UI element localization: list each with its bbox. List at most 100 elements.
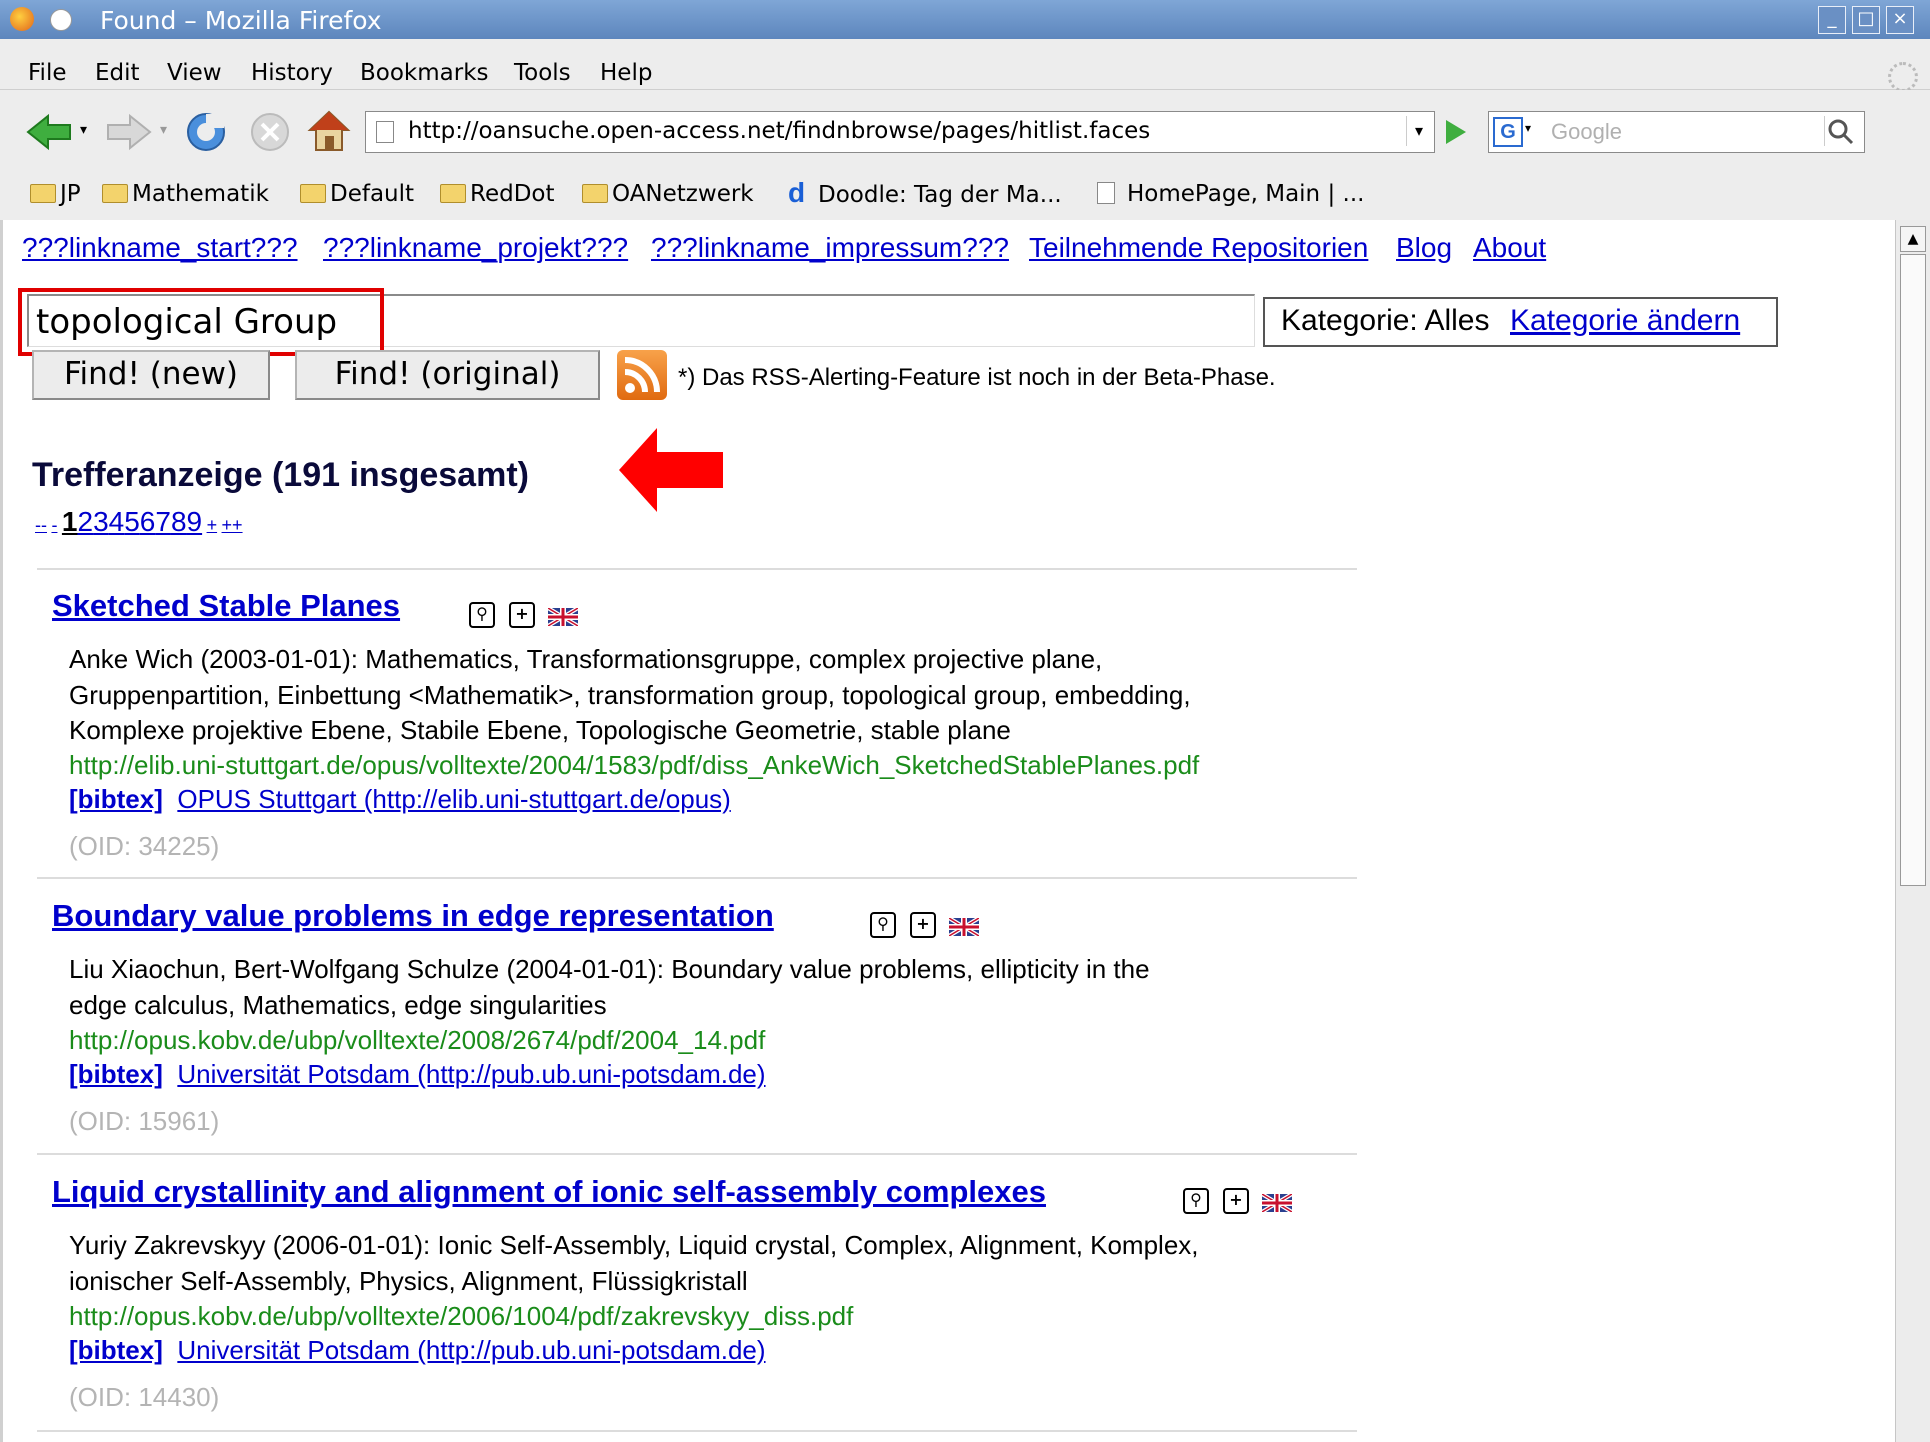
page-link[interactable]: 9 [187, 506, 203, 537]
bookmark-doodle[interactable]: d Doodle: Tag der Ma... [788, 177, 1062, 209]
link-repositorien[interactable]: Teilnehmende Repositorien [1029, 232, 1368, 264]
menu-file[interactable]: File [28, 60, 67, 86]
search-go-icon[interactable] [1824, 116, 1855, 146]
scroll-thumb[interactable] [1900, 254, 1926, 886]
stop-icon[interactable] [248, 110, 292, 154]
menu-edit[interactable]: Edit [95, 60, 140, 86]
page-link[interactable]: 7 [155, 506, 171, 537]
page-first-link[interactable]: -- [35, 515, 47, 535]
reload-icon[interactable] [184, 110, 228, 154]
doodle-icon: d [788, 177, 806, 208]
link-blog[interactable]: Blog [1396, 232, 1452, 264]
maximize-button[interactable]: □ [1852, 6, 1880, 34]
find-new-button[interactable]: Find! (new) [32, 350, 270, 400]
bibtex-link[interactable]: [bibtex] [69, 784, 163, 814]
menu-bookmarks[interactable]: Bookmarks [360, 60, 489, 86]
page-link[interactable]: 5 [124, 506, 140, 537]
bookmark-jp[interactable]: JP [30, 181, 81, 207]
result-title-link[interactable]: Boundary value problems in edge represen… [52, 898, 774, 934]
page-link[interactable]: 6 [140, 506, 156, 537]
divider [37, 1153, 1357, 1155]
page-link[interactable]: 3 [93, 506, 109, 537]
page-prev-link[interactable]: - [51, 515, 57, 535]
category-change-link[interactable]: Kategorie ändern [1510, 304, 1740, 338]
search-box[interactable]: G ▾ Google [1488, 111, 1865, 153]
engine-dropdown-icon[interactable]: ▾ [1525, 121, 1531, 135]
bookmark-mathematik[interactable]: Mathematik [102, 181, 269, 207]
window-menu-icon[interactable] [50, 9, 72, 31]
link-about[interactable]: About [1473, 232, 1546, 264]
scrollbar[interactable]: ▲ [1895, 220, 1930, 1442]
scroll-up-icon[interactable]: ▲ [1900, 226, 1926, 252]
link-projekt[interactable]: ???linkname_projekt??? [323, 232, 628, 264]
divider [37, 1430, 1357, 1432]
result-meta-line: Gruppenpartition, Einbettung <Mathematik… [69, 680, 1191, 710]
repository-link[interactable]: Universität Potsdam (http://pub.ub.uni-p… [177, 1335, 765, 1365]
result-meta-line: Komplexe projektive Ebene, Stabile Ebene… [69, 715, 1011, 745]
menu-view[interactable]: View [167, 60, 222, 86]
divider [37, 568, 1357, 570]
back-arrow-icon[interactable] [24, 112, 74, 152]
url-text[interactable]: http://oansuche.open-access.net/findnbro… [408, 118, 1150, 144]
bookmark-label: Mathematik [132, 181, 269, 207]
bookmark-oanetzwerk[interactable]: OANetzwerk [582, 181, 754, 207]
window-title: Found – Mozilla Firefox [100, 6, 382, 35]
find-original-button[interactable]: Find! (original) [295, 350, 600, 400]
rss-note: *) Das RSS-Alerting-Feature ist noch in … [678, 364, 1276, 391]
folder-icon [582, 184, 608, 203]
page-link[interactable]: 8 [171, 506, 187, 537]
bookmark-default[interactable]: Default [300, 181, 414, 207]
link-impressum[interactable]: ???linkname_impressum??? [651, 232, 1009, 264]
bookmark-reddot[interactable]: RedDot [440, 181, 555, 207]
result-url[interactable]: http://elib.uni-stuttgart.de/opus/vollte… [69, 750, 1199, 781]
preview-magnifier-icon[interactable]: ⚲ [469, 602, 495, 628]
page-last-link[interactable]: ++ [222, 515, 243, 535]
divider [37, 877, 1357, 879]
page-current: 1 [61, 506, 78, 537]
preview-magnifier-icon[interactable]: ⚲ [1183, 1188, 1209, 1214]
repository-link[interactable]: Universität Potsdam (http://pub.ub.uni-p… [177, 1059, 765, 1089]
go-arrow-icon[interactable] [1440, 116, 1470, 148]
page-next-link[interactable]: + [207, 515, 218, 535]
bookmark-homepage[interactable]: HomePage, Main | ... [1097, 181, 1364, 207]
forward-arrow-icon[interactable] [104, 112, 154, 152]
link-start[interactable]: ???linkname_start??? [22, 232, 298, 264]
result-meta-line: Liu Xiaochun, Bert-Wolfgang Schulze (200… [69, 954, 1150, 984]
close-button[interactable]: × [1886, 6, 1914, 34]
results-header: Trefferanzeige (191 insgesamt) [32, 456, 529, 494]
result-oid: (OID: 14430) [69, 1382, 220, 1412]
page-icon [376, 121, 394, 143]
rss-icon[interactable] [617, 350, 667, 400]
expand-plus-icon[interactable]: + [1223, 1188, 1249, 1214]
bibtex-link[interactable]: [bibtex] [69, 1335, 163, 1365]
url-bar[interactable]: http://oansuche.open-access.net/findnbro… [365, 111, 1435, 153]
result-oid: (OID: 34225) [69, 831, 220, 861]
home-icon[interactable] [306, 108, 352, 154]
repository-link[interactable]: OPUS Stuttgart (http://elib.uni-stuttgar… [177, 784, 731, 814]
preview-magnifier-icon[interactable]: ⚲ [870, 912, 896, 938]
bookmark-label: OANetzwerk [612, 181, 754, 207]
expand-plus-icon[interactable]: + [509, 602, 535, 628]
google-engine-icon[interactable]: G [1493, 117, 1523, 147]
result-title-link[interactable]: Liquid crystallinity and alignment of io… [52, 1174, 1046, 1210]
menu-tools[interactable]: Tools [514, 60, 571, 86]
window-titlebar: Found – Mozilla Firefox _ □ × [0, 0, 1930, 39]
forward-dropdown-icon[interactable]: ▾ [160, 122, 167, 138]
page-link[interactable]: 2 [77, 506, 93, 537]
page-link[interactable]: 4 [109, 506, 125, 537]
result-links: [bibtex] OPUS Stuttgart (http://elib.uni… [69, 784, 731, 815]
result-url[interactable]: http://opus.kobv.de/ubp/volltexte/2006/1… [69, 1301, 853, 1332]
menu-help[interactable]: Help [600, 60, 652, 86]
menu-history[interactable]: History [251, 60, 333, 86]
bibtex-link[interactable]: [bibtex] [69, 1059, 163, 1089]
result-url[interactable]: http://opus.kobv.de/ubp/volltexte/2008/2… [69, 1025, 765, 1056]
bookmark-label: HomePage, Main | ... [1127, 181, 1365, 207]
uk-flag-icon [548, 608, 578, 626]
minimize-button[interactable]: _ [1818, 6, 1846, 34]
result-title-link[interactable]: Sketched Stable Planes [52, 588, 400, 624]
throbber-icon [1888, 62, 1918, 92]
result-oid: (OID: 15961) [69, 1106, 220, 1136]
back-dropdown-icon[interactable]: ▾ [80, 122, 87, 138]
expand-plus-icon[interactable]: + [910, 912, 936, 938]
url-dropdown-icon[interactable]: ▾ [1406, 116, 1431, 146]
